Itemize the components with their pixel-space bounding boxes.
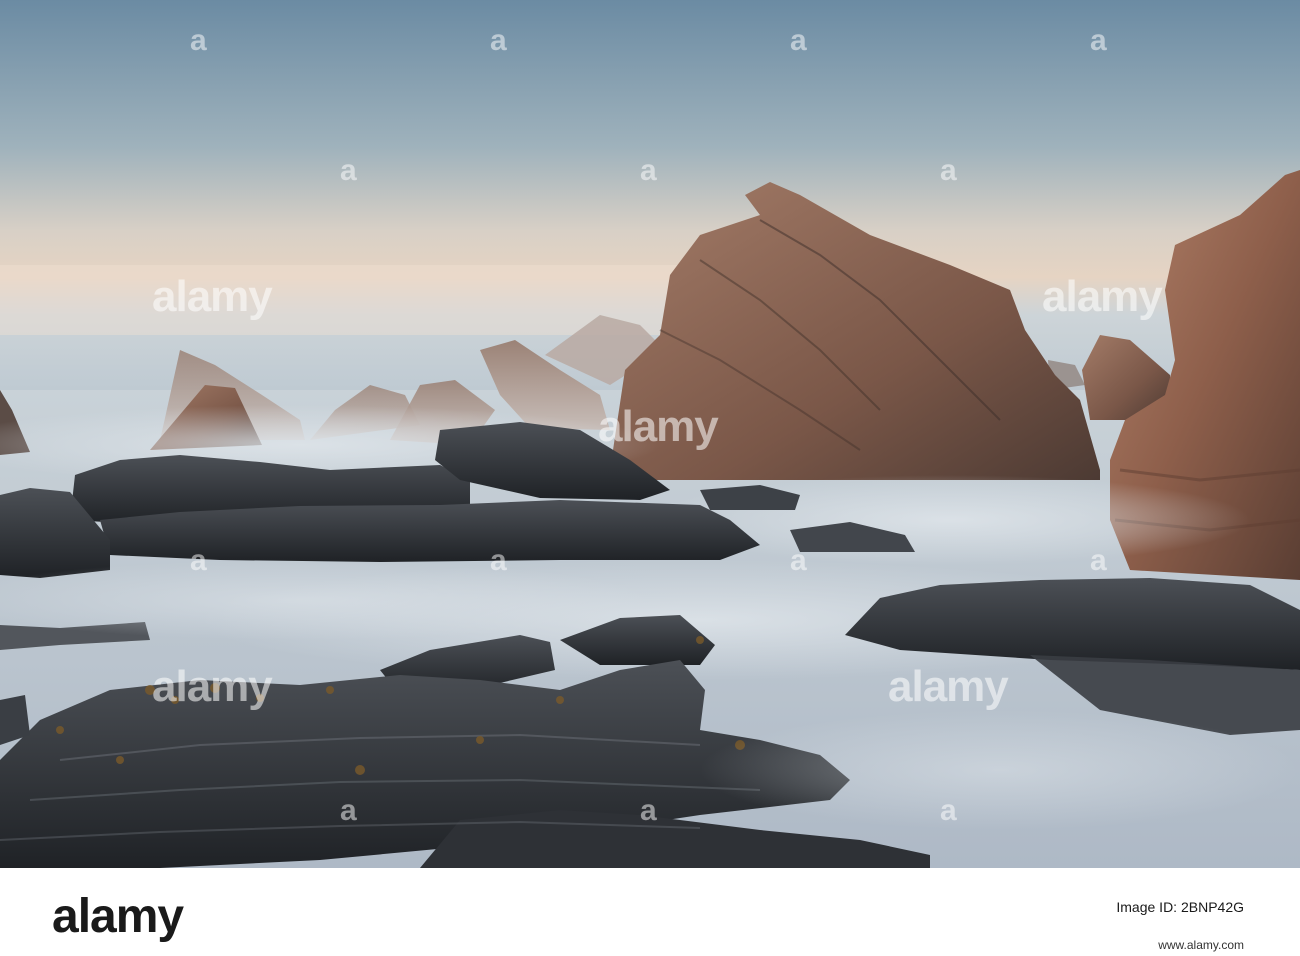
watermark-mark: a (640, 154, 657, 187)
alamy-logo: alamy (52, 890, 184, 943)
watermark-mark: a (340, 154, 357, 187)
horizon-clouds (0, 265, 760, 335)
watermark-mark: a (940, 154, 957, 187)
watermark-text: alamy (598, 402, 719, 451)
watermark-mark: a (190, 544, 207, 577)
watermark-mark: a (1090, 544, 1107, 577)
site-url: www.alamy.com (1158, 938, 1244, 952)
watermark-mark: a (190, 24, 207, 57)
watermark-mark: a (490, 24, 507, 57)
watermark-mark: a (340, 794, 357, 827)
watermark-mark: a (490, 544, 507, 577)
footer-bar (0, 868, 1300, 956)
watermark-mark: a (640, 794, 657, 827)
watermark-text: alamy (888, 662, 1009, 711)
watermark-mark: a (790, 544, 807, 577)
watermark-text: alamy (152, 662, 273, 711)
landscape-photo: alamy alamy alamy alamy alamy a a a a a … (0, 0, 1300, 868)
watermark-mark: a (940, 794, 957, 827)
watermark-text: alamy (1042, 272, 1163, 321)
image-id-label: Image ID: 2BNP42G (1116, 899, 1244, 915)
mist (700, 710, 1300, 830)
image-id-block: Image ID: 2BNP42G (1116, 898, 1244, 916)
watermark-mark: a (790, 24, 807, 57)
watermark-text: alamy (152, 272, 273, 321)
watermark-mark: a (1090, 24, 1107, 57)
